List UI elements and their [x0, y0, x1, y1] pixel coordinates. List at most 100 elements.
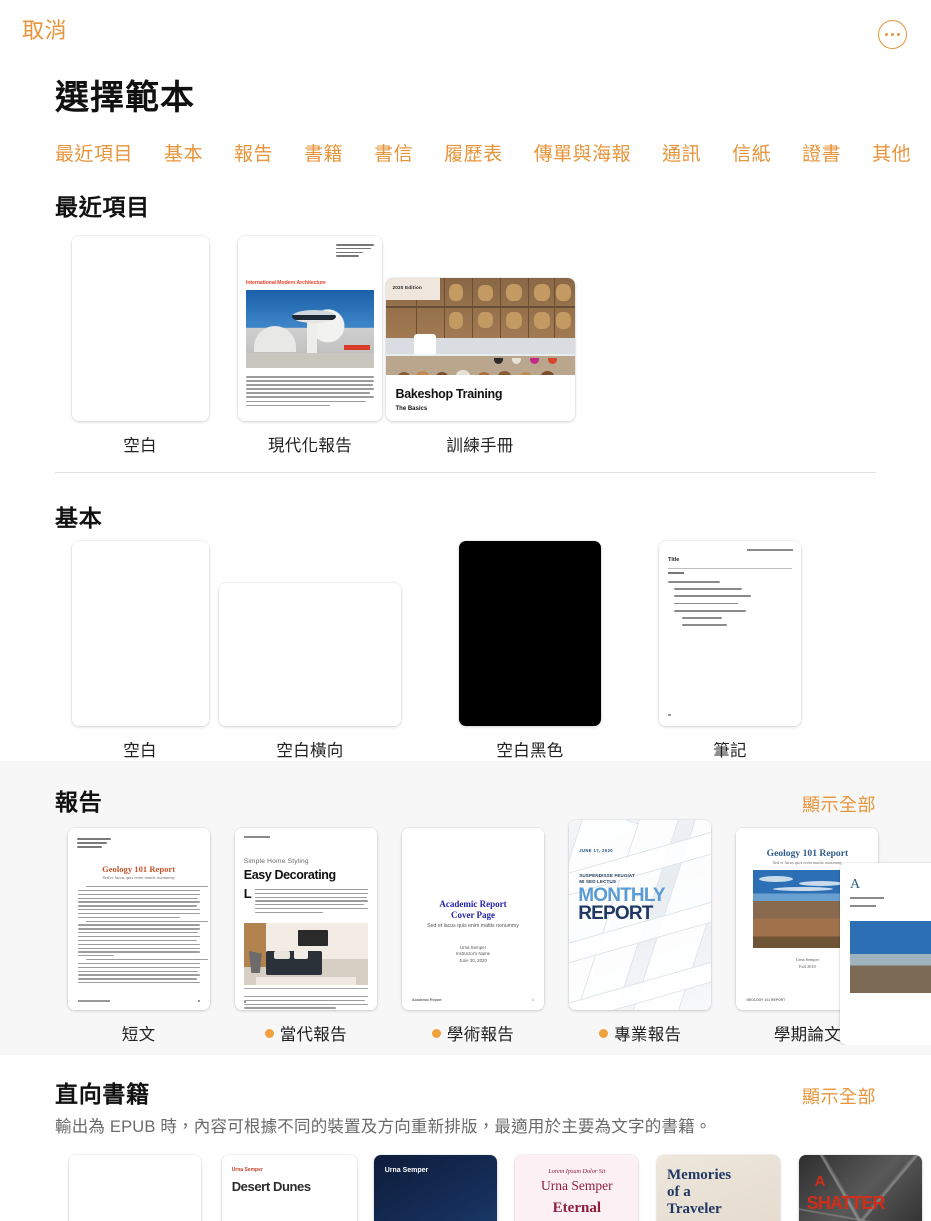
- template-caption: 訓練手冊: [446, 432, 513, 456]
- section-basic-row: 空白 空白橫向 空白黑色 Title 筆記: [0, 533, 931, 761]
- template-thumbnail[interactable]: A SHATTER: [798, 1155, 922, 1221]
- footer-label: GEOLOGY 101 REPORT: [746, 998, 786, 1002]
- kicker: Simple Home Styling: [243, 858, 309, 865]
- template-tile-book-shatter[interactable]: A SHATTER: [789, 1155, 931, 1221]
- academic-report-page: Academic Report Cover Page Sed et lacus …: [402, 828, 544, 1010]
- section-books: 直向書籍 顯示全部 輸出為 EPUB 時，內容可根據不同的裝置及方向重新排版，最…: [0, 1055, 931, 1221]
- caption-text: 現代化報告: [268, 437, 352, 455]
- template-tile-professional-report[interactable]: JUNE 17, 2020 SUSPENDISSE FEUGIAT MI SED…: [557, 820, 724, 1045]
- template-thumbnail[interactable]: [71, 541, 209, 726]
- caption-text: 空白: [123, 437, 157, 455]
- section-books-header: 直向書籍 顯示全部: [0, 1075, 931, 1109]
- tab-recent[interactable]: 最近項目: [55, 139, 133, 166]
- page-number: [197, 1000, 200, 1002]
- template-tile-book-desert-dunes[interactable]: Urna Semper Desert Dunes: [214, 1155, 364, 1221]
- term-paper-title: Geology 101 Report: [766, 848, 849, 859]
- template-thumbnail[interactable]: Urna Semper: [373, 1155, 497, 1221]
- caption-text: 專業報告: [614, 1026, 682, 1044]
- template-thumbnail[interactable]: Academic Report Cover Page Sed et lacus …: [402, 828, 544, 1010]
- intro-paragraph-lines: [254, 889, 368, 916]
- tab-misc[interactable]: 其他: [872, 139, 911, 166]
- template-tile-book-navy[interactable]: Urna Semper: [364, 1155, 506, 1221]
- show-all-books-button[interactable]: 顯示全部: [802, 1083, 876, 1109]
- book-kicker: Lorem Ipsum Dolor Sit: [548, 1168, 606, 1175]
- template-caption: 筆記: [713, 737, 747, 761]
- template-tile-modern-report[interactable]: International Modern Architecture 現代化報告: [225, 236, 395, 456]
- academic-title-line1: Academic Report: [439, 899, 507, 909]
- template-tile-book-memories[interactable]: Memories of a Traveler: [648, 1155, 790, 1221]
- show-all-reports-button[interactable]: 顯示全部: [802, 791, 876, 817]
- template-thumbnail[interactable]: JUNE 17, 2020 SUSPENDISSE FEUGIAT MI SED…: [569, 820, 712, 1010]
- template-tile-blank-black[interactable]: 空白黑色: [445, 541, 615, 761]
- section-basic: 基本 空白 空白橫向 空白黑色 Title 筆記: [0, 473, 931, 761]
- book-title: Memories of a Traveler: [667, 1167, 732, 1217]
- footer-line: [77, 1000, 110, 1002]
- tab-books[interactable]: 書籍: [304, 139, 343, 166]
- contemporary-report-page: Simple Home Styling Easy Decorating L: [234, 828, 377, 1010]
- tab-letters[interactable]: 書信: [374, 139, 413, 166]
- template-tile-contemporary-report[interactable]: Simple Home Styling Easy Decorating L 當代…: [222, 828, 389, 1045]
- template-tile-academic-report[interactable]: Academic Report Cover Page Sed et lacus …: [389, 828, 556, 1045]
- tab-flyers-posters[interactable]: 傳單與海報: [534, 139, 632, 166]
- caption-text: 空白: [123, 742, 157, 760]
- template-tile-essay[interactable]: Geology 101 Report Sed et lacus quis eni…: [55, 828, 222, 1045]
- template-thumbnail[interactable]: Urna Semper Desert Dunes: [221, 1155, 357, 1221]
- tab-stationery[interactable]: 信紙: [732, 139, 771, 166]
- template-thumbnail[interactable]: A: [840, 863, 931, 1045]
- template-thumbnail[interactable]: 2020 Edition Bakeshop Training The Basic…: [385, 278, 575, 421]
- section-reports-row: Geology 101 Report Sed et lacus quis eni…: [0, 817, 931, 1045]
- tab-reports[interactable]: 報告: [234, 139, 273, 166]
- date-line: [747, 549, 793, 551]
- template-thumbnail[interactable]: [68, 1155, 201, 1221]
- template-tile-blank[interactable]: 空白: [55, 541, 225, 761]
- template-thumbnail[interactable]: [219, 583, 401, 726]
- blank-book-page: [68, 1155, 201, 1221]
- body-text-lines: [243, 996, 368, 1010]
- template-tile-next-partial[interactable]: A: [840, 863, 931, 1045]
- modern-report-title: International Modern Architecture: [246, 280, 326, 286]
- template-thumbnail[interactable]: Lorem Ipsum Dolor Sit Urna Semper Eterna…: [515, 1155, 639, 1221]
- template-caption: 學期論文: [774, 1021, 841, 1045]
- template-thumbnail[interactable]: Simple Home Styling Easy Decorating L: [234, 828, 377, 1010]
- tab-newsletters[interactable]: 通訊: [662, 139, 701, 166]
- template-thumbnail[interactable]: Geology 101 Report Sed et lacus quis eni…: [67, 828, 210, 1010]
- template-thumbnail[interactable]: Title: [659, 541, 801, 726]
- modern-report-page: International Modern Architecture: [238, 236, 382, 421]
- template-thumbnail[interactable]: [71, 236, 209, 421]
- academic-author: Urna Semper Instructor's Name June 30, 2…: [455, 945, 491, 963]
- footer-label: Academic Report: [412, 998, 442, 1002]
- blank-landscape-page: [219, 583, 401, 726]
- template-thumbnail[interactable]: International Modern Architecture: [238, 236, 382, 421]
- more-options-icon[interactable]: [878, 20, 907, 49]
- section-books-row: Urna Semper Desert Dunes Urna Semper Lor…: [0, 1137, 931, 1221]
- cover-kicker: SUSPENDISSE FEUGIAT MI SED LECTUS: [579, 873, 635, 885]
- cover-title-line2: REPORT: [578, 903, 653, 924]
- body-text-lines: [77, 886, 208, 986]
- tab-basic[interactable]: 基本: [164, 139, 203, 166]
- bakeshop-subtitle: The Basics: [395, 406, 428, 412]
- template-tile-book-blank[interactable]: [55, 1155, 214, 1221]
- bakeshop-title: Bakeshop Training: [395, 387, 503, 401]
- template-tile-note[interactable]: Title 筆記: [645, 541, 815, 761]
- book-title-line1: A: [814, 1173, 826, 1190]
- tab-resumes[interactable]: 履歷表: [444, 139, 503, 166]
- template-thumbnail[interactable]: [459, 541, 601, 726]
- shatter-book-cover: A SHATTER: [798, 1155, 922, 1221]
- page-title: 選擇範本: [55, 79, 195, 117]
- template-tile-training-manual[interactable]: 2020 Edition Bakeshop Training The Basic…: [385, 278, 575, 456]
- section-recent-title: 最近項目: [55, 194, 150, 220]
- section-basic-header: 基本: [0, 499, 931, 533]
- partial-page: A: [840, 863, 931, 1045]
- template-chooser-screen: 取消 選擇範本 最近項目 基本 報告 書籍 書信 履歷表 傳單與海報 通訊 信紙…: [0, 0, 931, 1221]
- memories-book-cover: Memories of a Traveler: [657, 1155, 780, 1221]
- template-tile-blank-landscape[interactable]: 空白橫向: [219, 583, 401, 761]
- cancel-button[interactable]: 取消: [22, 20, 67, 42]
- section-reports-title: 報告: [55, 789, 103, 815]
- template-thumbnail[interactable]: Memories of a Traveler: [657, 1155, 780, 1221]
- template-tile-blank-recent[interactable]: 空白: [55, 236, 225, 456]
- caption-text: 空白橫向: [276, 742, 344, 760]
- bullet-lines: [668, 581, 792, 631]
- template-tile-book-urna-semper[interactable]: Lorem Ipsum Dolor Sit Urna Semper Eterna…: [506, 1155, 648, 1221]
- tab-certificates[interactable]: 證書: [802, 139, 841, 166]
- interior-photo: [243, 923, 368, 985]
